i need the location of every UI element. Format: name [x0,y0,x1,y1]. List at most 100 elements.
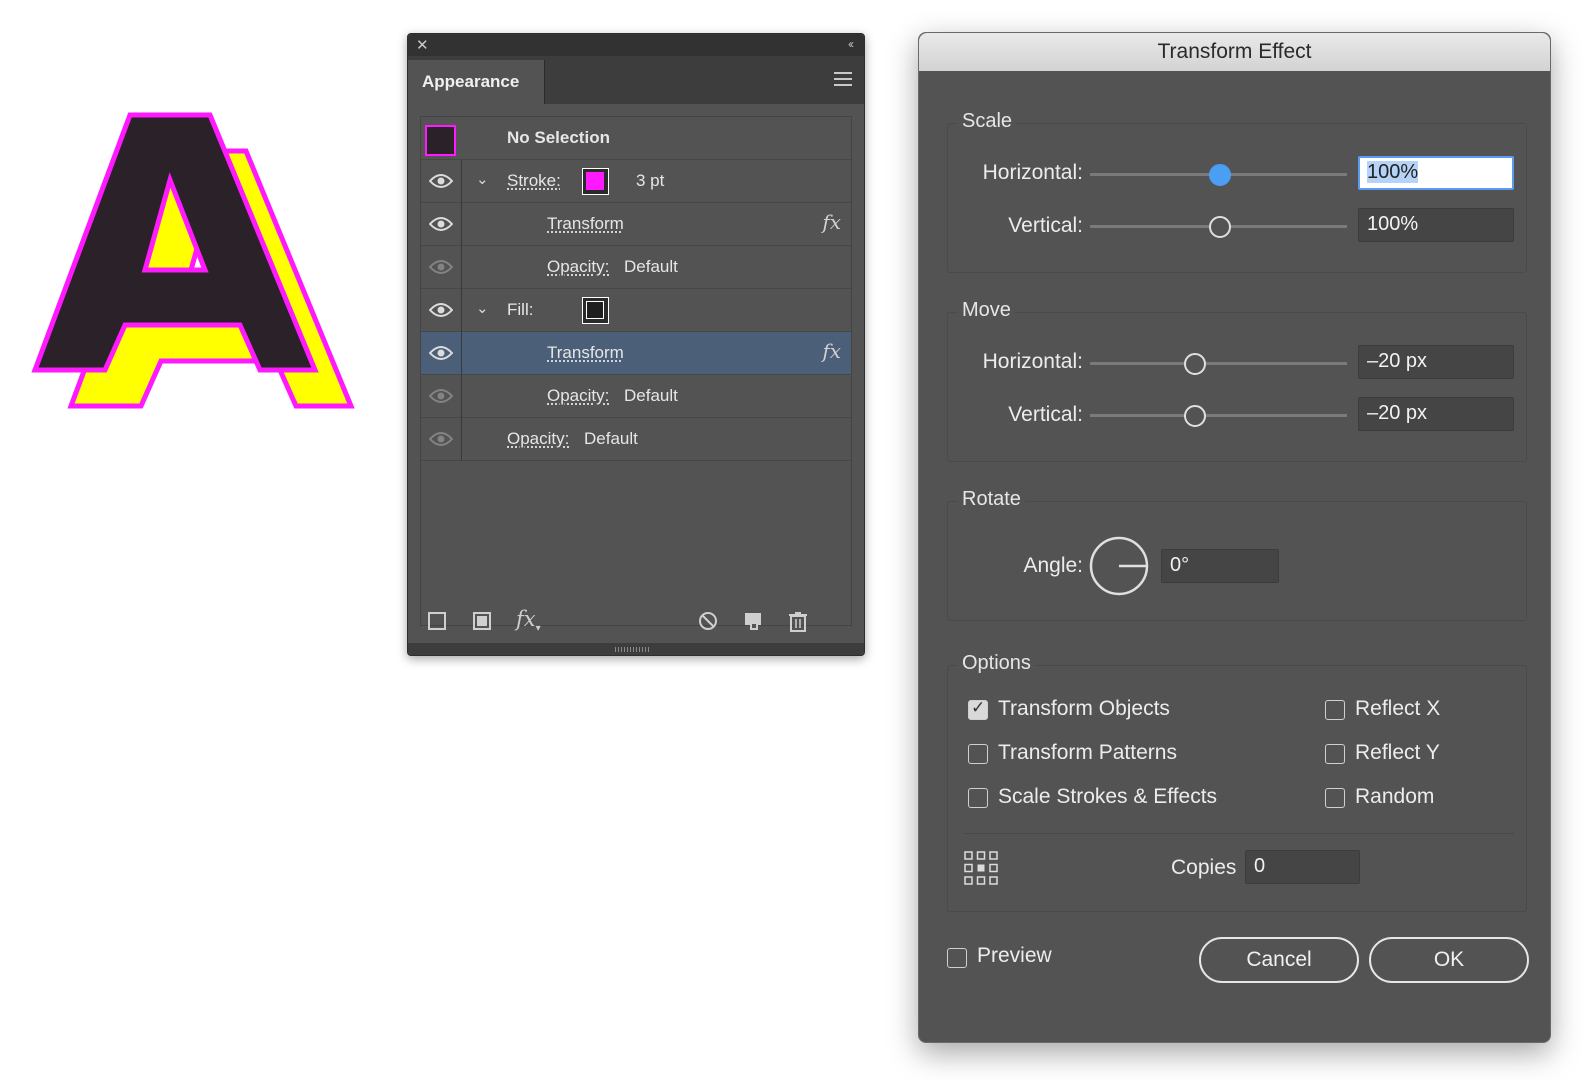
appearance-list: No Selection ⌄ Stroke: 3 pt Transform fx [420,116,852,626]
chevron-down-icon[interactable]: ⌄ [476,299,489,317]
scale-strokes-effects-label[interactable]: Scale Strokes & Effects [998,785,1217,809]
reflect-x-checkbox[interactable] [1325,700,1345,720]
add-stroke-icon[interactable] [427,611,447,636]
appearance-row-fill-opacity[interactable]: Opacity: Default [421,375,851,418]
add-fill-icon[interactable] [472,611,492,636]
clear-appearance-icon[interactable] [698,611,718,636]
move-vertical-input[interactable]: –20 px [1358,397,1514,431]
scale-horizontal-label: Horizontal: [982,161,1083,184]
move-vertical-label: Vertical: [1008,403,1083,426]
rotate-group: Rotate Angle: 0° [947,488,1527,621]
fx-icon[interactable]: fx [822,339,841,363]
cancel-button[interactable]: Cancel [1199,937,1359,983]
opacity-value: Default [624,386,678,405]
move-vertical-slider[interactable] [1090,414,1347,417]
appearance-panel: ✕ ‹‹ Appearance No Selection ⌄ Stroke: 3… [407,33,865,656]
stroke-swatch[interactable] [582,168,609,195]
reflect-x-label[interactable]: Reflect X [1355,697,1440,721]
move-horizontal-slider-knob[interactable] [1184,353,1206,375]
transform-objects-label[interactable]: Transform Objects [998,697,1170,721]
visibility-toggle[interactable] [421,289,462,332]
scale-vertical-input[interactable]: 100% [1358,208,1514,242]
copies-label: Copies [1171,856,1237,879]
angle-dial[interactable] [1088,535,1150,597]
appearance-row-stroke[interactable]: ⌄ Stroke: 3 pt [421,160,851,203]
eye-icon [429,346,453,360]
preview-label[interactable]: Preview [977,944,1052,968]
visibility-toggle[interactable] [421,332,462,375]
scale-group-title: Scale [958,110,1017,133]
eye-icon [429,174,453,188]
visibility-toggle[interactable] [421,375,462,418]
dialog-title: Transform Effect [919,33,1550,71]
chevron-down-icon[interactable]: ⌄ [476,170,489,188]
preview-checkbox[interactable] [947,948,967,968]
visibility-toggle[interactable] [421,160,462,203]
transform-effect-link[interactable]: Transform [547,214,624,234]
options-group: Options Transform Objects Transform Patt… [947,652,1527,912]
scale-group: Scale Horizontal: 100% Vertical: 100% [947,110,1527,273]
duplicate-item-icon[interactable] [743,611,763,636]
double-chevron-left-icon[interactable]: ‹‹ [848,37,854,51]
random-checkbox[interactable] [1325,788,1345,808]
tab-appearance[interactable]: Appearance [408,60,545,104]
angle-label: Angle: [1023,554,1083,577]
opacity-link[interactable]: Opacity: [507,429,569,449]
appearance-row-fill-transform[interactable]: Transform fx [421,332,851,375]
random-label[interactable]: Random [1355,785,1434,809]
eye-icon [429,432,453,446]
stroke-label[interactable]: Stroke: [507,171,561,191]
transform-effect-link[interactable]: Transform [547,343,624,363]
opacity-link[interactable]: Opacity: [547,386,609,406]
transform-effect-dialog: Transform Effect Scale Horizontal: 100% … [918,32,1551,1043]
appearance-row-fill[interactable]: ⌄ Fill: [421,289,851,332]
fill-label[interactable]: Fill: [507,300,533,320]
eye-icon [429,260,453,274]
trash-icon[interactable] [788,611,808,638]
scale-horizontal-slider-knob[interactable] [1209,164,1231,186]
visibility-toggle[interactable] [421,418,462,461]
scale-horizontal-input[interactable]: 100% [1358,156,1514,190]
resize-grip[interactable] [408,643,864,655]
reflect-y-label[interactable]: Reflect Y [1355,741,1440,765]
panel-tab-row: Appearance [408,56,864,104]
panel-titlebar: ✕ ‹‹ [408,34,864,56]
opacity-value: Default [624,257,678,276]
fill-swatch[interactable] [582,297,609,324]
letter-a-artwork [31,112,355,409]
appearance-row-object-opacity[interactable]: Opacity: Default [421,418,851,461]
appearance-row-stroke-opacity[interactable]: Opacity: Default [421,246,851,289]
opacity-link[interactable]: Opacity: [547,257,609,277]
scale-strokes-effects-checkbox[interactable] [968,788,988,808]
transform-objects-checkbox[interactable] [968,698,988,720]
ok-button[interactable]: OK [1369,937,1529,983]
visibility-toggle[interactable] [421,246,462,289]
transform-patterns-label[interactable]: Transform Patterns [998,741,1177,765]
appearance-row-stroke-transform[interactable]: Transform fx [421,203,851,246]
fx-icon[interactable]: fx [822,210,841,234]
opacity-value: Default [584,429,638,448]
reflect-y-checkbox[interactable] [1325,744,1345,764]
move-vertical-slider-knob[interactable] [1184,405,1206,427]
visibility-toggle[interactable] [421,203,462,246]
selection-thumbnail [425,125,456,156]
stroke-weight[interactable]: 3 pt [636,171,664,191]
panel-bottom-toolbar: fx▾ [408,605,864,641]
move-horizontal-label: Horizontal: [982,350,1083,373]
hamburger-menu-icon[interactable] [834,72,852,90]
move-group-title: Move [958,299,1015,322]
reference-point-locator-icon[interactable] [964,851,998,885]
eye-icon [429,217,453,231]
move-horizontal-slider[interactable] [1090,362,1347,365]
close-icon[interactable]: ✕ [416,36,429,54]
fx-menu-icon[interactable]: fx▾ [516,607,541,634]
angle-input[interactable]: 0° [1161,549,1279,583]
rotate-group-title: Rotate [958,488,1025,511]
copies-input[interactable]: 0 [1245,850,1360,884]
options-group-title: Options [958,652,1035,675]
transform-patterns-checkbox[interactable] [968,744,988,764]
no-selection-label: No Selection [507,128,610,147]
scale-vertical-slider-knob[interactable] [1209,216,1231,238]
scale-vertical-label: Vertical: [1008,214,1083,237]
move-horizontal-input[interactable]: –20 px [1358,345,1514,379]
